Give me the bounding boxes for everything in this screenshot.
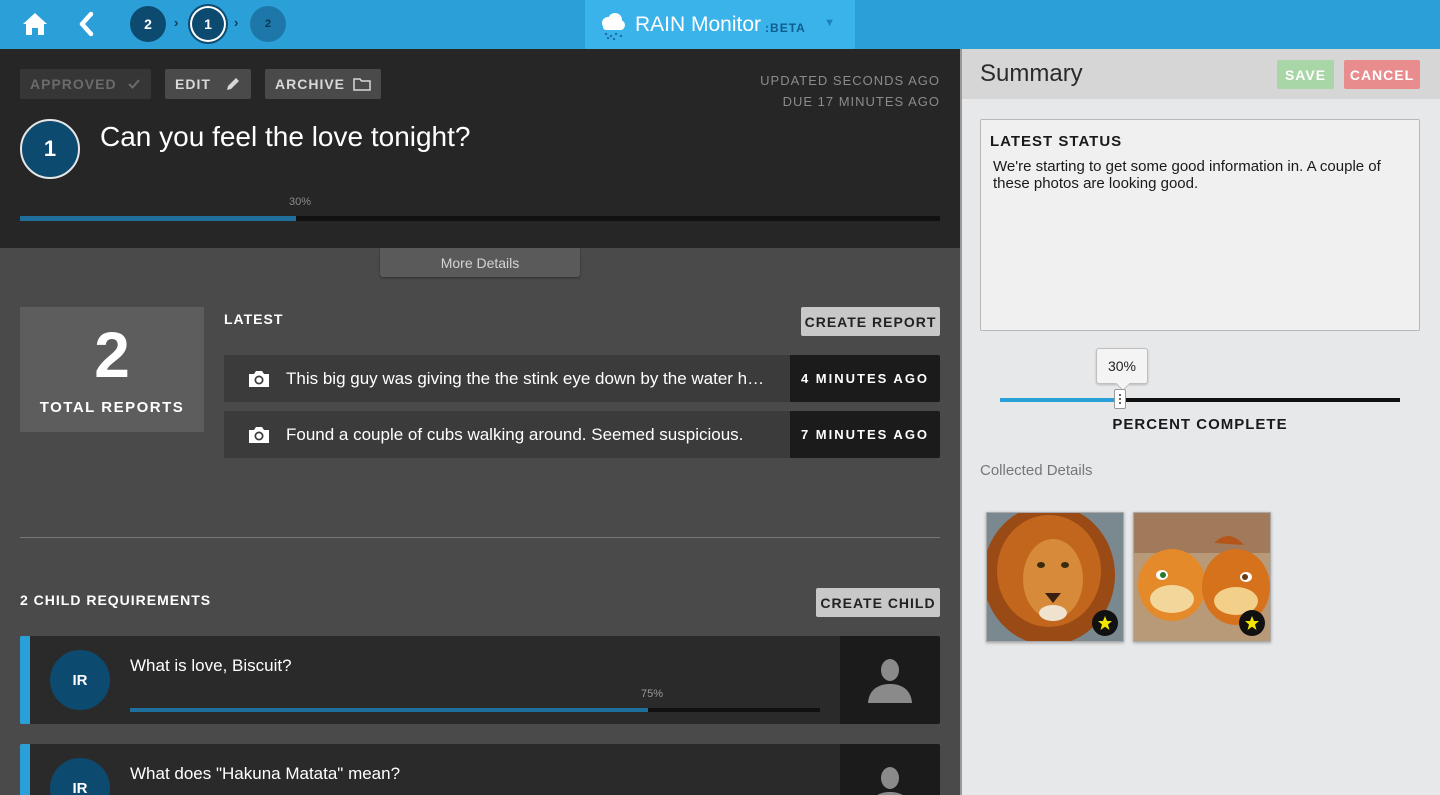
rain-cloud-icon [602,12,625,40]
cancel-button[interactable]: CANCEL [1344,60,1420,89]
check-icon [128,79,140,89]
requirement-title: Can you feel the love tonight? [100,121,471,152]
child-title: What is love, Biscuit? [130,656,292,675]
edit-label: EDIT [175,76,211,92]
beta-tag: :BETA [765,20,806,35]
total-reports-count: 2 [94,319,130,391]
save-button[interactable]: SAVE [1277,60,1334,89]
summary-panel: Summary SAVE CANCEL LATEST STATUS 30% PE… [960,49,1440,795]
child-progress-bar [130,708,820,712]
latest-status-box: LATEST STATUS [980,119,1420,331]
create-report-button[interactable]: CREATE REPORT [801,307,940,336]
top-nav-bar: 2 › 1 › 2 RAIN Monitor :BETA ▼ [0,0,1440,49]
child-progress-fill [130,708,648,712]
slider-handle[interactable] [1114,389,1126,409]
approved-button[interactable]: APPROVED [20,69,151,99]
timestamps: UPDATED SECONDS AGO DUE 17 MINUTES AGO [760,70,940,112]
breadcrumb-step-3[interactable]: 2 [250,6,286,42]
requirement-progress-bar [20,216,940,221]
assignee-avatar: IR [50,650,110,710]
progress-fill [20,216,296,221]
section-divider [20,537,940,538]
updated-text: UPDATED SECONDS AGO [760,73,940,88]
total-reports-label: TOTAL REPORTS [39,399,185,416]
breadcrumb-separator-icon: › [174,15,179,30]
collected-details-label: Collected Details [980,462,1093,479]
person-placeholder-icon [840,744,940,795]
report-item[interactable]: This big guy was giving the the stink ey… [224,355,940,402]
edit-button[interactable]: EDIT [165,69,251,99]
approved-label: APPROVED [30,76,117,92]
report-text: Found a couple of cubs walking around. S… [286,424,744,444]
child-requirement-row[interactable]: IR What does "Hakuna Matata" mean? [20,744,940,795]
cubs-photo-thumbnail[interactable] [1133,512,1271,642]
child-requirements-heading: 2 CHILD REQUIREMENTS [20,592,212,608]
progress-percent-label: 30% [289,196,312,208]
person-placeholder-icon [840,636,940,724]
latest-status-input[interactable] [993,158,1403,318]
dropdown-caret-icon: ▼ [824,17,835,29]
due-text: DUE 17 MINUTES AGO [782,94,940,109]
child-requirement-row[interactable]: IR What is love, Biscuit? 75% [20,636,940,724]
child-progress-label: 75% [641,688,664,700]
slider-fill [1000,398,1120,402]
home-icon[interactable] [22,11,48,37]
latest-status-heading: LATEST STATUS [990,133,1123,150]
requirement-number-badge: 1 [20,119,80,179]
percent-complete-slider[interactable] [1000,389,1400,409]
breadcrumb-step-1[interactable]: 2 [130,6,166,42]
slider-value-tooltip: 30% [1096,348,1148,384]
create-child-button[interactable]: CREATE CHILD [816,588,940,617]
report-time: 4 MINUTES AGO [790,355,940,402]
breadcrumb-separator-icon: › [234,15,239,30]
report-time: 7 MINUTES AGO [790,411,940,458]
summary-header: Summary SAVE CANCEL [962,49,1440,99]
total-reports-card: 2 TOTAL REPORTS [20,307,204,432]
lion-photo-thumbnail[interactable] [986,512,1124,642]
app-name: RAIN Monitor [635,12,762,36]
back-chevron-icon[interactable] [76,11,96,37]
report-text: This big guy was giving the the stink ey… [286,368,765,388]
assignee-avatar: IR [50,758,110,795]
requirement-header: APPROVED EDIT ARCHIVE UPDATED SECONDS AG… [0,49,960,248]
star-icon[interactable] [1092,610,1118,636]
child-title: What does "Hakuna Matata" mean? [130,764,401,783]
pencil-icon [227,78,239,90]
app-switcher[interactable]: RAIN Monitor :BETA ▼ [585,0,855,49]
percent-complete-label: PERCENT COMPLETE [1112,416,1288,433]
more-details-button[interactable]: More Details [380,248,580,277]
latest-heading: LATEST [224,311,284,327]
camera-icon [249,426,269,443]
folder-icon [353,78,371,91]
camera-icon [249,370,269,387]
summary-title: Summary [980,60,1083,87]
archive-button[interactable]: ARCHIVE [265,69,381,99]
star-icon[interactable] [1239,610,1265,636]
report-item[interactable]: Found a couple of cubs walking around. S… [224,411,940,458]
archive-label: ARCHIVE [275,76,346,92]
breadcrumb-step-current[interactable]: 1 [190,6,226,42]
